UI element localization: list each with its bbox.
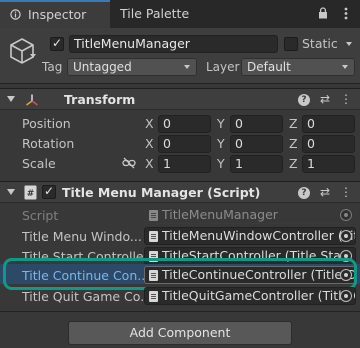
transform-title: Transform [64, 92, 136, 107]
script-enabled-checkbox[interactable]: ✓ [42, 184, 56, 199]
tab-tile-palette[interactable]: Tile Palette [120, 0, 189, 28]
kebab-menu-icon[interactable]: ⋮ [340, 92, 352, 106]
tag-value: Untagged [73, 60, 132, 74]
title-menu-window-value: TitleMenuWindowController (Tit [162, 228, 356, 243]
scale-z-label[interactable]: Z [289, 156, 298, 171]
scale-x-field[interactable]: 1 [158, 155, 211, 173]
static-dropdown-caret-icon[interactable] [346, 42, 352, 46]
script-component-title: Title Menu Manager (Script) [62, 185, 261, 200]
object-picker-icon[interactable] [340, 230, 352, 242]
kebab-menu-icon[interactable] [344, 7, 348, 20]
title-quit-game-controller-value: TitleQuitGameController (Title Q [162, 288, 356, 303]
gameobject-name-field[interactable]: TitleMenuManager [69, 35, 278, 53]
help-icon[interactable]: ? [297, 187, 310, 199]
presets-icon[interactable]: ⇄ [320, 92, 330, 106]
chevron-down-icon [184, 65, 190, 69]
transform-header-icons: ? ⇄ ⋮ [297, 92, 352, 106]
static-checkbox[interactable] [284, 37, 298, 51]
script-component-header[interactable]: # ✓ Title Menu Manager (Script) ? ⇄ ⋮ [0, 181, 360, 203]
gameobject-header: ✓ TitleMenuManager Static Tag Untagged L… [0, 28, 360, 84]
position-label: Position [22, 116, 71, 131]
component-divider [0, 311, 360, 312]
position-y-field[interactable]: 0 [230, 115, 283, 133]
script-field-label: Script [22, 208, 59, 223]
script-field: TitleMenuManager [144, 206, 356, 224]
position-z-label[interactable]: Z [289, 116, 298, 131]
rotation-y-field[interactable]: 0 [230, 135, 283, 153]
title-quit-game-controller-label: Title Quit Game Co... [22, 289, 153, 304]
scale-y-field[interactable]: 1 [230, 155, 283, 173]
position-x-field[interactable]: 0 [158, 115, 211, 133]
info-icon [10, 9, 21, 20]
scale-x-label[interactable]: X [145, 156, 154, 171]
script-file-icon [149, 210, 158, 221]
rotation-z-field[interactable]: 0 [302, 135, 355, 153]
script-file-icon [149, 291, 158, 302]
help-icon[interactable]: ? [297, 94, 310, 106]
foldout-arrow-icon[interactable] [7, 189, 15, 195]
rotation-label: Rotation [22, 136, 75, 151]
add-component-button[interactable]: Add Component [68, 321, 292, 345]
title-menu-window-label: Title Menu Windo... [22, 229, 142, 244]
position-x-label[interactable]: X [145, 116, 154, 131]
gameobject-cube-icon[interactable] [8, 36, 36, 66]
layer-dropdown[interactable]: Default [241, 58, 355, 76]
object-picker-icon [340, 209, 352, 221]
layer-value: Default [247, 60, 291, 74]
rotation-x-label[interactable]: X [145, 136, 154, 151]
scale-label: Scale [22, 156, 56, 171]
icon-dropdown-caret-icon[interactable] [30, 54, 36, 58]
lock-icon[interactable] [318, 7, 328, 19]
scale-y-label[interactable]: Y [217, 156, 225, 171]
kebab-menu-icon[interactable]: ⋮ [340, 185, 352, 199]
script-header-icons: ? ⇄ ⋮ [297, 185, 352, 199]
tab-bar: Inspector Tile Palette [0, 0, 360, 28]
rotation-y-label[interactable]: Y [217, 136, 225, 151]
chevron-down-icon [342, 65, 348, 69]
tab-inspector[interactable]: Inspector [0, 0, 110, 28]
rotation-x-field[interactable]: 0 [158, 135, 211, 153]
foldout-arrow-icon[interactable] [7, 96, 15, 102]
rotation-z-label[interactable]: Z [289, 136, 298, 151]
position-y-label[interactable]: Y [217, 116, 225, 131]
presets-icon[interactable]: ⇄ [320, 185, 330, 199]
active-checkbox[interactable]: ✓ [50, 36, 64, 51]
object-picker-icon[interactable] [340, 290, 352, 302]
position-z-field[interactable]: 0 [302, 115, 355, 133]
title-menu-window-field[interactable]: TitleMenuWindowController (Tit [144, 227, 356, 245]
tab-inspector-label: Inspector [28, 7, 87, 22]
svg-text:#: # [27, 189, 35, 199]
constrain-proportions-link-icon[interactable] [122, 157, 136, 169]
transform-header[interactable]: Transform ? ⇄ ⋮ [0, 88, 360, 110]
scale-z-field[interactable]: 1 [302, 155, 355, 173]
script-field-value: TitleMenuManager [162, 207, 278, 222]
script-file-icon [149, 231, 158, 242]
csharp-script-icon: # [24, 185, 37, 200]
title-quit-game-controller-field[interactable]: TitleQuitGameController (Title Q [144, 287, 356, 305]
tag-label: Tag [42, 60, 63, 74]
static-label: Static [302, 36, 338, 51]
annotation-highlight-outline [3, 258, 357, 290]
layer-label: Layer [206, 60, 240, 74]
tag-dropdown[interactable]: Untagged [67, 58, 197, 76]
transform-axes-icon [26, 94, 38, 106]
